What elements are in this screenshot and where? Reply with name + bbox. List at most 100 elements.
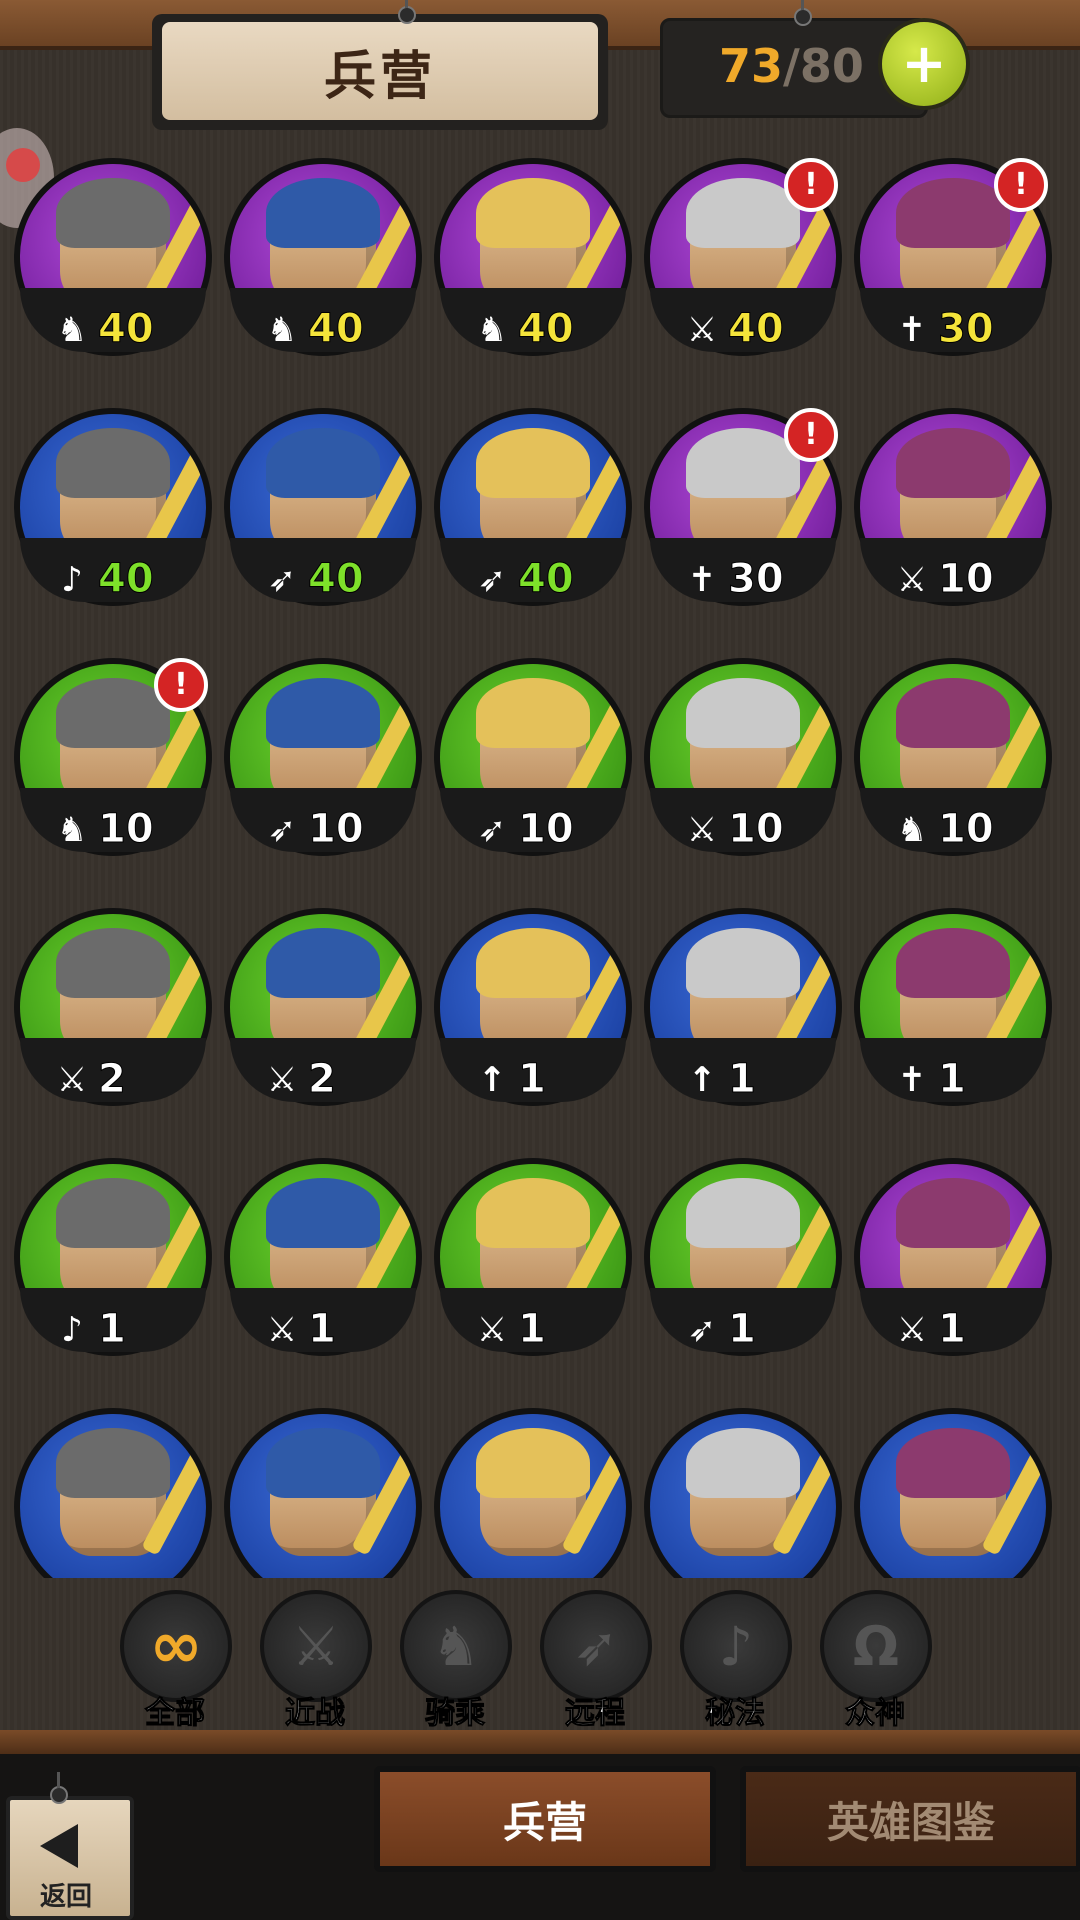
unit-card[interactable]: ♞ 40 — [434, 158, 632, 378]
unit-card[interactable]: ♞ 10! — [14, 658, 212, 878]
unit-card[interactable] — [854, 1408, 1052, 1578]
filter-omega[interactable]: Ω 众神 — [820, 1590, 932, 1732]
unit-helmet — [266, 678, 380, 748]
filter-bow[interactable]: ➶ 远程 — [540, 1590, 652, 1732]
bow-icon: ➶ — [477, 560, 507, 600]
unit-card[interactable] — [14, 1408, 212, 1578]
unit-level: 10 — [518, 806, 575, 853]
unit-frame — [854, 1408, 1052, 1578]
unit-card[interactable]: ⚔ 10 — [644, 658, 842, 878]
unit-level: 30 — [938, 306, 995, 353]
tab-hero-codex[interactable]: 英雄图鉴 — [740, 1766, 1080, 1872]
unit-helmet — [896, 928, 1010, 998]
unit-frame — [224, 1408, 422, 1578]
unit-helmet — [56, 928, 170, 998]
unit-helmet — [476, 1428, 590, 1498]
arcane-icon: ♪ — [61, 560, 83, 600]
unit-card[interactable]: ⚔ 2 — [14, 908, 212, 1128]
unit-level: 1 — [938, 1306, 967, 1353]
unit-card[interactable]: ♞ 40 — [224, 158, 422, 378]
filter-horse[interactable]: ♞ 骑乘 — [400, 1590, 512, 1732]
unit-card[interactable]: ✝ 1 — [854, 908, 1052, 1128]
pin-icon — [398, 0, 416, 24]
plus-icon: + — [901, 32, 947, 95]
unit-card[interactable]: ⚔ 1 — [854, 1158, 1052, 1378]
unit-level: 40 — [308, 306, 365, 353]
back-arrow-icon — [40, 1824, 78, 1868]
unit-card[interactable]: ⚔ 10 — [854, 408, 1052, 628]
bow-icon: ➶ — [267, 560, 297, 600]
capacity-readout: 73/80 — [719, 39, 864, 93]
unit-card[interactable]: ↑ 1 — [644, 908, 842, 1128]
unit-level: 1 — [518, 1056, 547, 1103]
unit-card[interactable]: ➶ 10 — [224, 658, 422, 878]
unit-card[interactable]: ➶ 10 — [434, 658, 632, 878]
unit-card[interactable]: ⚔ 40! — [644, 158, 842, 378]
unit-helmet — [896, 678, 1010, 748]
cavalry-icon: ♞ — [266, 310, 298, 350]
arcane-icon: ♪ — [61, 1310, 83, 1350]
unit-card[interactable]: ⚔ 1 — [224, 1158, 422, 1378]
cavalry-icon: ♞ — [476, 310, 508, 350]
divine-icon: ✝ — [687, 560, 717, 600]
unit-helmet — [896, 178, 1010, 248]
unit-card[interactable]: ♪ 1 — [14, 1158, 212, 1378]
unit-level: 10 — [938, 556, 995, 603]
add-capacity-button[interactable]: + — [878, 18, 970, 110]
tab-barracks[interactable]: 兵营 — [374, 1766, 716, 1872]
unit-card[interactable]: ♞ 40 — [14, 158, 212, 378]
unit-frame — [14, 1408, 212, 1578]
bow-icon: ➶ — [687, 1310, 717, 1350]
back-button[interactable]: 返回 — [6, 1796, 134, 1920]
unit-card[interactable] — [224, 1408, 422, 1578]
unit-helmet — [266, 928, 380, 998]
cavalry-icon: ♞ — [896, 810, 928, 850]
capacity-max: 80 — [799, 39, 864, 93]
unit-card[interactable] — [434, 1408, 632, 1578]
horse-icon: ♞ — [400, 1590, 512, 1702]
unit-card[interactable]: ✝ 30! — [854, 158, 1052, 378]
filter-label: 远程 — [565, 1696, 626, 1732]
unit-frame-inner — [20, 1414, 206, 1578]
pin-icon — [794, 0, 812, 26]
tab-barracks-label: 兵营 — [502, 1797, 587, 1847]
divine-icon: ✝ — [897, 310, 927, 350]
unit-level: 40 — [308, 556, 365, 603]
unit-helmet — [476, 178, 590, 248]
pin-icon — [50, 1772, 68, 1804]
back-label: 返回 — [40, 1882, 93, 1912]
unit-frame-inner — [860, 1414, 1046, 1578]
alert-icon: ! — [994, 158, 1048, 212]
unit-card[interactable]: ↑ 1 — [434, 908, 632, 1128]
filter-infinity[interactable]: ∞ 全部 — [120, 1590, 232, 1732]
title-plate: 兵营 — [162, 22, 598, 120]
unit-helmet — [896, 428, 1010, 498]
unit-card[interactable]: ⚔ 2 — [224, 908, 422, 1128]
unit-level: 10 — [938, 806, 995, 853]
unit-card[interactable]: ♪ 40 — [14, 408, 212, 628]
unit-helmet — [686, 178, 800, 248]
sword-icon: ⚔ — [266, 1060, 298, 1100]
unit-card[interactable]: ♞ 10 — [854, 658, 1052, 878]
unit-card[interactable]: ✝ 30! — [644, 408, 842, 628]
bow-icon: ➶ — [267, 810, 297, 850]
filter-label: 全部 — [145, 1696, 206, 1732]
unit-frame-inner — [650, 1414, 836, 1578]
unit-card[interactable]: ➶ 40 — [224, 408, 422, 628]
filter-arcane[interactable]: ♪ 秘法 — [680, 1590, 792, 1732]
unit-card[interactable]: ➶ 1 — [644, 1158, 842, 1378]
cavalry-icon: ♞ — [56, 310, 88, 350]
unit-level: 2 — [308, 1056, 337, 1103]
tab-hero-codex-label: 英雄图鉴 — [826, 1797, 995, 1847]
unit-card[interactable] — [644, 1408, 842, 1578]
unit-level: 40 — [518, 556, 575, 603]
unit-helmet — [56, 1178, 170, 1248]
filter-sword[interactable]: ⚔ 近战 — [260, 1590, 372, 1732]
unit-level: 40 — [98, 556, 155, 603]
unit-level: 40 — [518, 306, 575, 353]
unit-card[interactable]: ➶ 40 — [434, 408, 632, 628]
unit-card[interactable]: ⚔ 1 — [434, 1158, 632, 1378]
unit-frame-inner — [230, 1414, 416, 1578]
arcane-icon: ♪ — [680, 1590, 792, 1702]
filter-label: 近战 — [285, 1696, 346, 1732]
